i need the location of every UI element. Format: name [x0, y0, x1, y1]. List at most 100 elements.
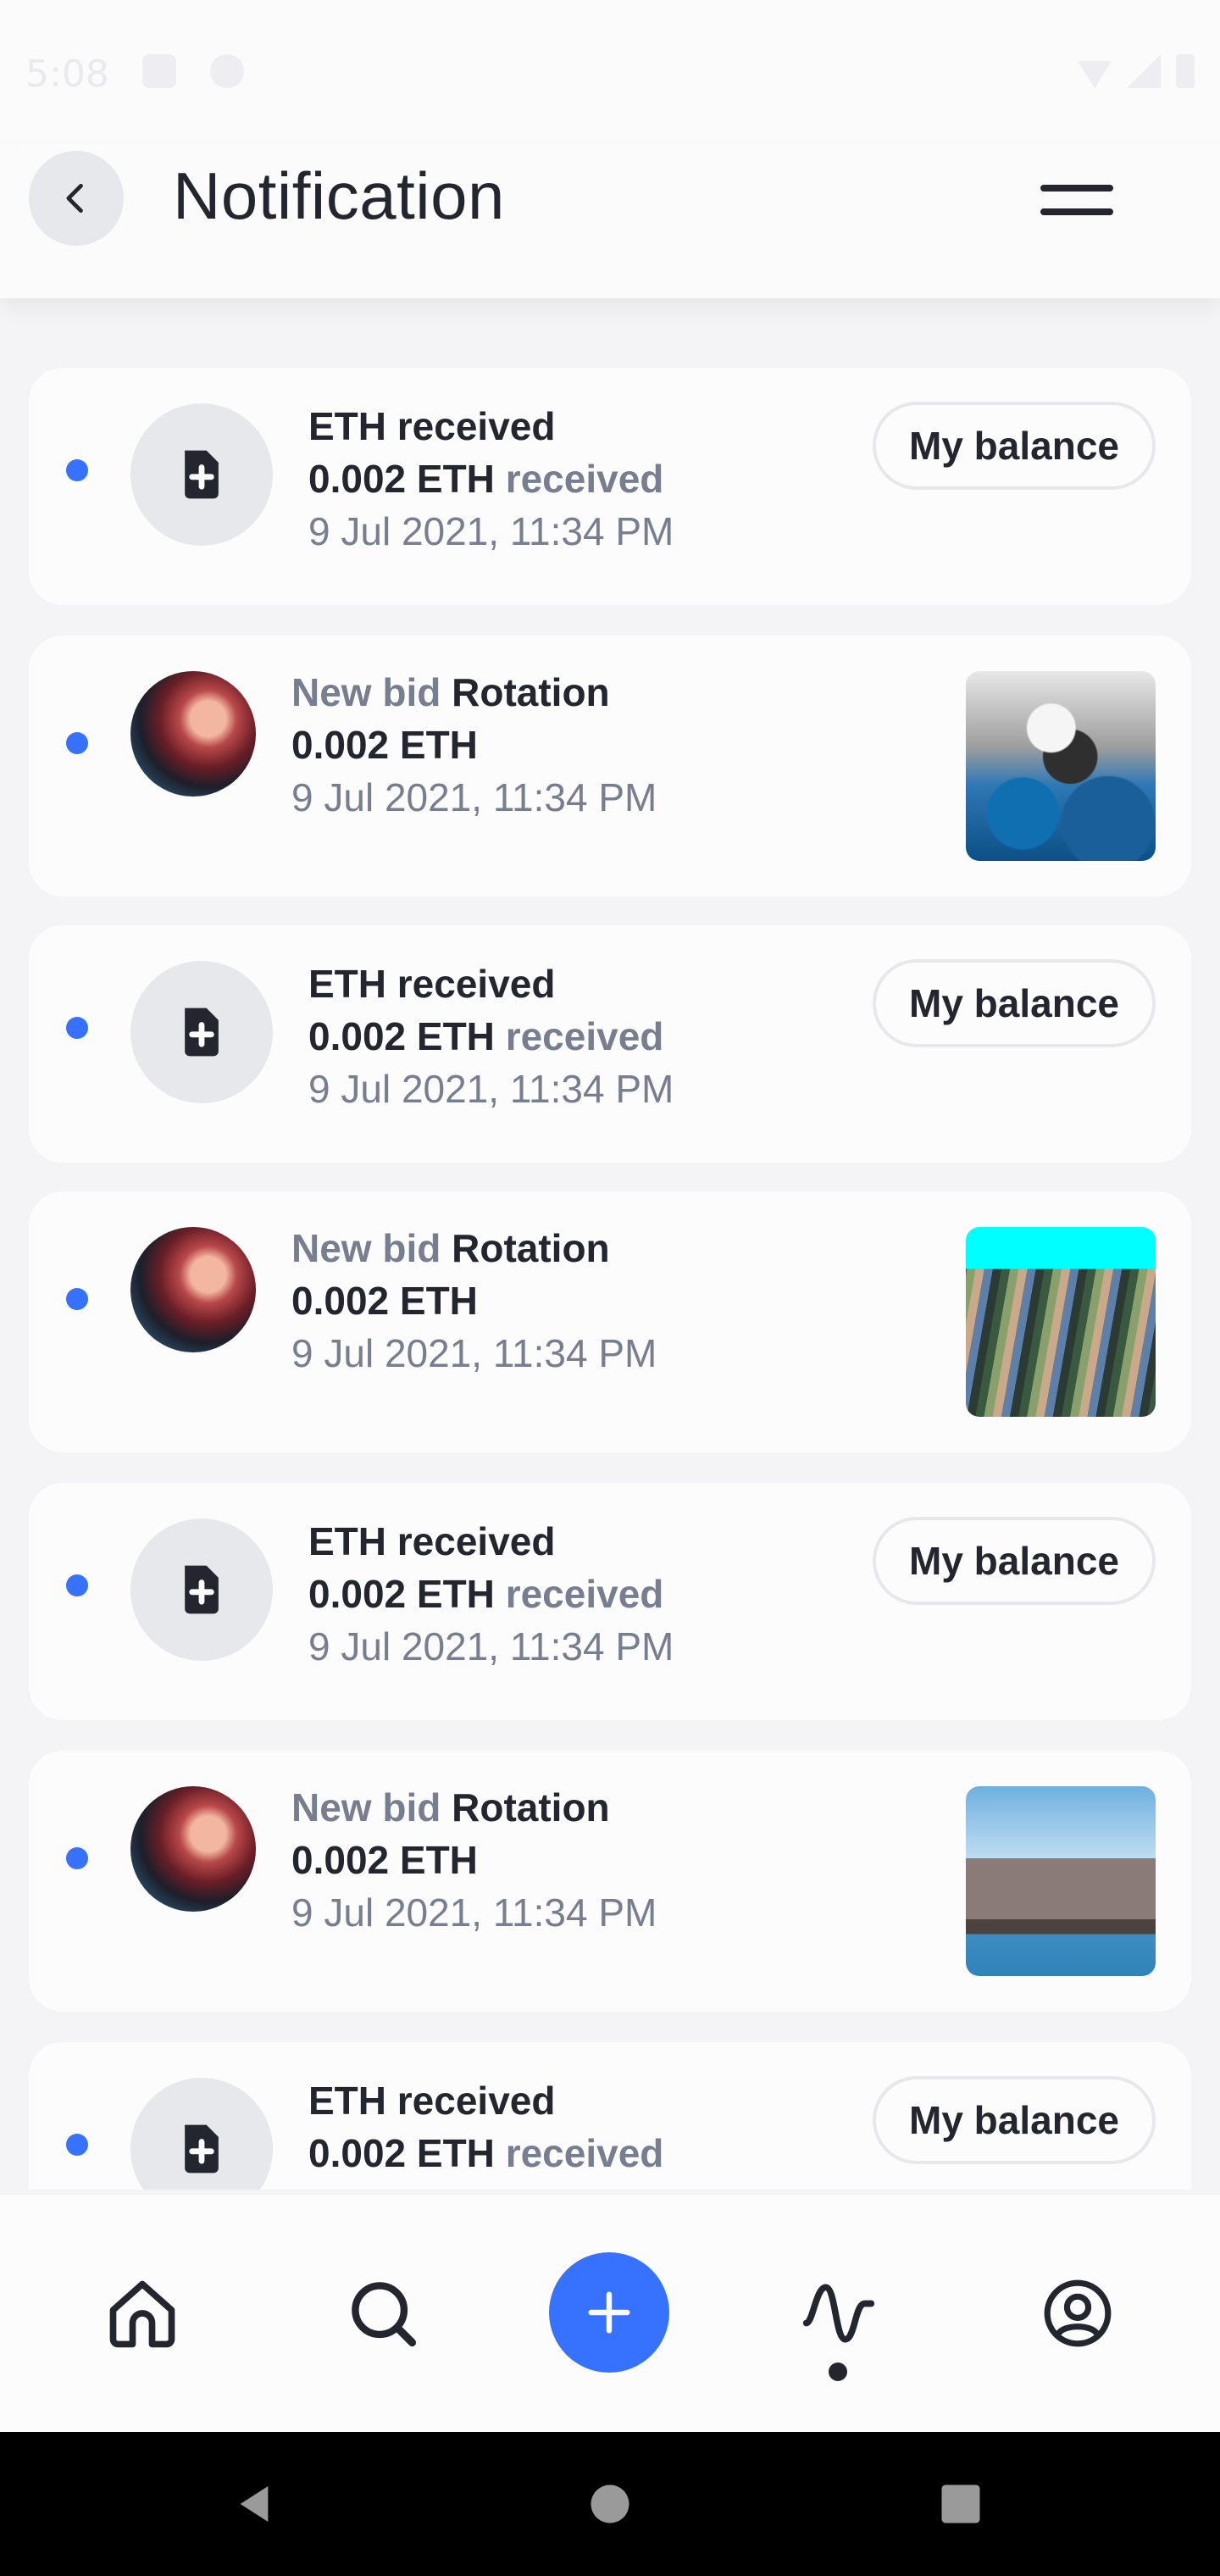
notification-date: 9 Jul 2021, 11:34 PM — [291, 1331, 657, 1375]
back-button[interactable] — [29, 151, 124, 246]
system-home-button[interactable] — [559, 2432, 661, 2576]
notification-text: ETH received 0.002 ETH received 9 Jul 20… — [308, 958, 674, 1115]
notification-title-line: New bid Rotation — [291, 666, 657, 719]
activity-icon — [802, 2284, 875, 2343]
system-recents-button[interactable] — [910, 2432, 1012, 2576]
notification-amount: 0.002 ETH — [291, 1838, 478, 1882]
chevron-left-icon — [66, 183, 83, 214]
bid-item: Rotation — [452, 1226, 610, 1270]
notification-card[interactable]: New bid Rotation 0.002 ETH 9 Jul 2021, 1… — [29, 1191, 1191, 1452]
wifi-icon — [1078, 61, 1112, 88]
notification-title-line: New bid Rotation — [291, 1222, 657, 1274]
notification-text: New bid Rotation 0.002 ETH 9 Jul 2021, 1… — [291, 666, 657, 824]
notification-card[interactable]: ETH received 0.002 ETH received 9 Jul 20… — [29, 925, 1191, 1163]
notification-date: 9 Jul 2021, 11:34 PM — [308, 1624, 674, 1668]
avatar — [130, 1227, 256, 1352]
notification-card[interactable]: New bid Rotation 0.002 ETH 9 Jul 2021, 1… — [29, 1751, 1191, 2012]
app-icon — [210, 54, 244, 88]
notification-title: ETH received — [308, 2079, 556, 2123]
bid-item: Rotation — [452, 1785, 610, 1829]
notification-amount-line: 0.002 ETH received — [308, 1568, 674, 1620]
avatar — [130, 1786, 256, 1912]
notification-text: ETH received 0.002 ETH received 9 Jul 20… — [308, 400, 674, 558]
unread-dot — [66, 732, 88, 754]
back-triangle-icon — [240, 2486, 269, 2522]
notification-suffix: received — [505, 2131, 664, 2175]
notification-amount: 0.002 ETH — [291, 1279, 478, 1323]
notification-card[interactable]: ETH received 0.002 ETH received 9 Jul 20… — [29, 368, 1191, 605]
unread-dot — [66, 1017, 88, 1039]
my-balance-button[interactable]: My balance — [873, 2076, 1156, 2164]
artwork-thumbnail[interactable] — [966, 1227, 1156, 1417]
avatar — [130, 671, 256, 797]
artwork-thumbnail[interactable] — [966, 1786, 1156, 1976]
home-circle-icon — [591, 2484, 629, 2523]
signal-icon — [1127, 54, 1161, 88]
unread-dot — [66, 1288, 88, 1310]
bid-prefix: New bid — [291, 1226, 441, 1270]
notification-text: ETH received 0.002 ETH received — [308, 2074, 663, 2179]
notification-amount: 0.002 ETH — [308, 457, 495, 501]
notification-title: ETH received — [308, 1519, 556, 1563]
notification-title-line: New bid Rotation — [291, 1781, 657, 1834]
nav-home[interactable] — [83, 2195, 202, 2432]
notification-card[interactable]: ETH received 0.002 ETH received 9 Jul 20… — [29, 1483, 1191, 1720]
status-time: 5:08 — [25, 53, 109, 96]
notification-suffix: received — [505, 457, 664, 501]
file-add-icon — [130, 403, 273, 546]
file-add-icon — [130, 2078, 273, 2190]
my-balance-button[interactable]: My balance — [873, 402, 1156, 490]
notification-amount: 0.002 ETH — [308, 1014, 495, 1058]
notification-text: ETH received 0.002 ETH received 9 Jul 20… — [308, 1515, 674, 1673]
add-button[interactable] — [549, 2252, 669, 2373]
nav-activity[interactable] — [779, 2195, 898, 2432]
bottom-nav — [0, 2195, 1220, 2432]
notification-list[interactable]: ETH received 0.002 ETH received 9 Jul 20… — [29, 368, 1191, 2190]
artwork-thumbnail[interactable] — [966, 671, 1156, 861]
notification-card[interactable]: ETH received 0.002 ETH received My balan… — [29, 2042, 1191, 2190]
notification-amount-line: 0.002 ETH received — [308, 1010, 674, 1063]
notification-date: 9 Jul 2021, 11:34 PM — [308, 1067, 674, 1111]
unread-dot — [66, 2134, 88, 2156]
battery-icon — [1176, 54, 1195, 88]
notification-suffix: received — [505, 1014, 664, 1058]
home-icon — [109, 2280, 175, 2348]
notification-amount: 0.002 ETH — [291, 723, 478, 767]
unread-dot — [66, 1847, 88, 1869]
menu-bar — [1040, 208, 1113, 215]
status-system-icons — [1078, 54, 1195, 88]
menu-button[interactable] — [1040, 178, 1113, 222]
notification-text: New bid Rotation 0.002 ETH 9 Jul 2021, 1… — [291, 1781, 657, 1939]
notification-date: 9 Jul 2021, 11:34 PM — [308, 509, 674, 553]
my-balance-button[interactable]: My balance — [873, 959, 1156, 1047]
recents-square-icon — [941, 2484, 980, 2523]
bid-item: Rotation — [452, 670, 610, 714]
notification-date: 9 Jul 2021, 11:34 PM — [291, 1890, 657, 1935]
menu-bar — [1040, 185, 1113, 192]
notification-amount-line: 0.002 ETH received — [308, 2127, 663, 2179]
notification-title: ETH received — [308, 404, 556, 448]
nav-profile[interactable] — [1018, 2195, 1137, 2432]
page-title: Notification — [173, 158, 505, 233]
notification-amount-line: 0.002 ETH received — [308, 452, 674, 505]
search-icon — [352, 2282, 417, 2347]
file-add-icon — [130, 961, 273, 1103]
notification-amount: 0.002 ETH — [308, 1572, 495, 1616]
add-icon — [588, 2291, 630, 2334]
profile-icon — [1044, 2279, 1112, 2347]
system-back-button[interactable] — [203, 2432, 305, 2576]
notification-card[interactable]: New bid Rotation 0.002 ETH 9 Jul 2021, 1… — [29, 636, 1191, 897]
my-balance-button[interactable]: My balance — [873, 1517, 1156, 1605]
notification-title: ETH received — [308, 962, 556, 1006]
system-nav-bar — [0, 2432, 1220, 2576]
bid-prefix: New bid — [291, 670, 441, 714]
unread-dot — [66, 459, 88, 481]
bid-prefix: New bid — [291, 1785, 441, 1829]
file-add-icon — [130, 1518, 273, 1661]
notification-amount: 0.002 ETH — [308, 2131, 495, 2175]
notification-icon — [142, 54, 176, 88]
nav-search[interactable] — [324, 2195, 442, 2432]
notification-date: 9 Jul 2021, 11:34 PM — [291, 775, 657, 819]
status-bar: 5:08 — [0, 0, 1220, 144]
notification-text: New bid Rotation 0.002 ETH 9 Jul 2021, 1… — [291, 1222, 657, 1380]
